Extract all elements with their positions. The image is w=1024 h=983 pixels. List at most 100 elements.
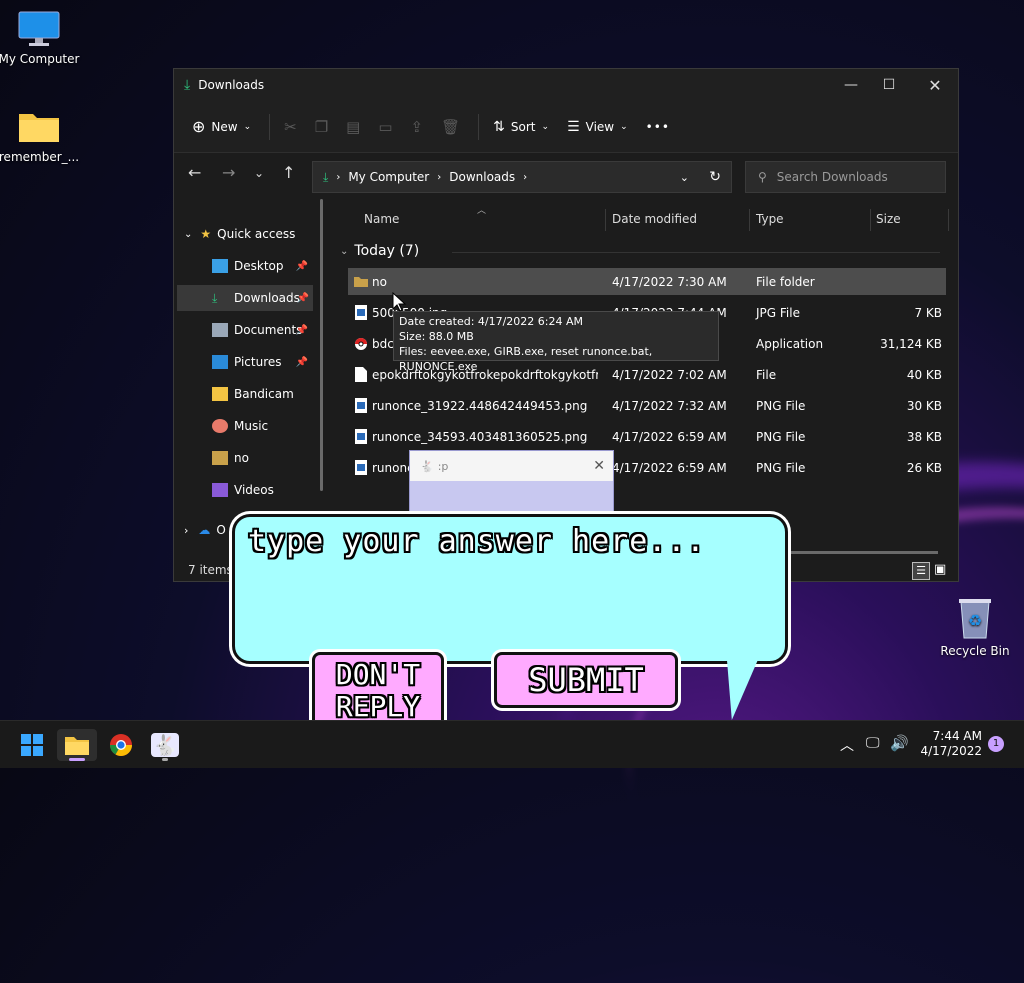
- network-icon[interactable]: 🖵: [866, 735, 880, 751]
- column-separator[interactable]: [948, 209, 949, 231]
- search-input[interactable]: ⚲ Search Downloads: [745, 161, 946, 193]
- cut-button[interactable]: ✂: [284, 118, 297, 136]
- taskbar-file-explorer[interactable]: [57, 729, 97, 761]
- copy-button[interactable]: ❐: [315, 118, 328, 136]
- maximize-button[interactable]: ☐: [866, 69, 912, 101]
- file-row[interactable]: runonce_31922.448642449453.png 4/17/2022…: [348, 392, 946, 419]
- sidebar-item-documents[interactable]: Documents 📌: [174, 317, 312, 343]
- sidebar-item-label: O: [216, 523, 226, 537]
- more-options-button[interactable]: •••: [646, 120, 670, 134]
- desktop-icon-folder[interactable]: remember_...: [0, 108, 82, 164]
- column-header-type[interactable]: Type: [756, 212, 784, 226]
- clock[interactable]: 7:44 AM 4/17/2022: [918, 729, 982, 759]
- taskbar-chrome[interactable]: [101, 729, 141, 761]
- address-bar[interactable]: ⤓ › My Computer › Downloads › ⌄ ↻: [312, 161, 732, 193]
- column-separator[interactable]: [605, 209, 606, 231]
- popup-title-bar[interactable]: 🐇 :p ✕: [410, 451, 613, 481]
- sidebar-item-bandicam[interactable]: Bandicam: [174, 381, 312, 407]
- group-header[interactable]: ⌄ Today (7): [340, 243, 940, 259]
- breadcrumb-item[interactable]: Downloads: [449, 170, 515, 184]
- folder-icon: [212, 451, 228, 465]
- sidebar-item-downloads[interactable]: ⤓ Downloads 📌: [177, 285, 313, 311]
- bunny-icon: 🐇: [150, 733, 180, 757]
- notification-badge[interactable]: 1: [988, 736, 1004, 752]
- rename-button[interactable]: ▭: [378, 118, 392, 136]
- pin-icon: 📌: [295, 260, 308, 272]
- forward-arrow-icon[interactable]: →: [222, 163, 235, 182]
- start-button[interactable]: [12, 729, 52, 761]
- sidebar-item-music[interactable]: Music: [174, 413, 312, 439]
- dont-reply-button[interactable]: DON'T REPLY: [312, 652, 444, 728]
- sidebar-scrollbar[interactable]: [320, 199, 323, 491]
- sidebar-item-label: Bandicam: [234, 387, 294, 401]
- taskbar: 🐇 ︿ 🖵 🔊 7:44 AM 4/17/2022 1: [0, 720, 1024, 768]
- file-size: 26 KB: [906, 460, 942, 475]
- tooltip-line: Size: 88.0 MB: [399, 330, 474, 343]
- dont-reply-label: DON'T REPLY: [335, 658, 421, 723]
- sidebar-item-quick-access[interactable]: ⌄ ★ Quick access: [174, 221, 312, 247]
- chevron-down-icon: ⌄: [243, 121, 252, 132]
- delete-button[interactable]: 🗑: [441, 118, 460, 136]
- address-history-chevron-icon[interactable]: ⌄: [680, 171, 689, 184]
- cloud-icon: ☁: [198, 523, 211, 537]
- desktop-icon-label: Recycle Bin: [940, 644, 1010, 658]
- bunny-icon: 🐇: [420, 459, 434, 473]
- tiles-view-icon[interactable]: ▣: [934, 562, 946, 577]
- breadcrumb-item[interactable]: My Computer: [348, 170, 429, 184]
- file-row[interactable]: no 4/17/2022 7:30 AM File folder: [348, 268, 946, 295]
- sort-button[interactable]: ⇅ Sort ⌄: [493, 119, 549, 135]
- download-icon: ⤓: [212, 290, 218, 305]
- sidebar-item-videos[interactable]: Videos: [174, 477, 312, 503]
- new-button[interactable]: ⊕ New ⌄: [192, 117, 251, 136]
- share-button[interactable]: ⇪: [411, 118, 424, 136]
- close-button[interactable]: ✕: [912, 69, 958, 101]
- sidebar-item-pictures[interactable]: Pictures 📌: [174, 349, 312, 375]
- window-title: Downloads: [198, 78, 265, 92]
- desktop-icon-my-computer[interactable]: My Computer: [0, 10, 82, 66]
- file-date: 4/17/2022 6:59 AM: [612, 429, 727, 444]
- download-icon: ⤓: [184, 77, 191, 93]
- sidebar-item-label: Music: [234, 419, 269, 433]
- command-bar: ⊕ New ⌄ ✂ ❐ ▤ ▭ ⇪ 🗑 ⇅ Sort ⌄ ☰ View ⌄ ••…: [174, 101, 958, 153]
- column-separator[interactable]: [749, 209, 750, 231]
- sidebar-item-no[interactable]: no: [174, 445, 312, 471]
- star-icon: ★: [200, 227, 212, 241]
- chevron-down-icon: ⌄: [620, 121, 628, 132]
- file-icon: [355, 367, 367, 382]
- column-header-name[interactable]: Name: [364, 212, 399, 226]
- image-file-icon: [355, 398, 367, 413]
- column-separator[interactable]: [870, 209, 871, 231]
- folder-tooltip: Date created: 4/17/2022 6:24 AM Size: 88…: [393, 311, 719, 373]
- back-arrow-icon[interactable]: ←: [188, 163, 201, 182]
- image-file-icon: [355, 460, 367, 475]
- close-icon[interactable]: ✕: [593, 458, 605, 474]
- refresh-icon[interactable]: ↻: [709, 169, 721, 185]
- submit-button[interactable]: SUBMIT: [494, 652, 678, 708]
- file-name: runonce_31922.448642449453.png: [372, 398, 588, 413]
- desktop-icon-recycle-bin[interactable]: ♻ Recycle Bin: [932, 596, 1018, 658]
- up-arrow-icon[interactable]: ↑: [282, 163, 295, 182]
- pictures-icon: [212, 355, 228, 369]
- paste-button[interactable]: ▤: [346, 118, 360, 136]
- file-row[interactable]: runonce_34593.403481360525.png 4/17/2022…: [348, 423, 946, 450]
- volume-icon[interactable]: 🔊: [890, 734, 909, 752]
- clock-date: 4/17/2022: [920, 744, 982, 758]
- new-label: New: [211, 119, 238, 134]
- submit-label: SUBMIT: [528, 661, 644, 699]
- sidebar-item-desktop[interactable]: Desktop 📌: [174, 253, 312, 279]
- answer-prompt[interactable]: type your answer here...: [248, 524, 705, 559]
- column-header-size[interactable]: Size: [876, 212, 901, 226]
- desktop-icon-label: remember_...: [0, 150, 80, 164]
- chevron-right-icon: ›: [523, 171, 528, 183]
- column-header-date[interactable]: Date modified: [612, 212, 697, 226]
- chevron-up-icon[interactable]: ︿: [840, 735, 854, 755]
- image-file-icon: [355, 305, 367, 320]
- details-view-icon[interactable]: ☰: [912, 562, 930, 580]
- folder-icon: [212, 387, 228, 401]
- taskbar-bunny-app[interactable]: 🐇: [145, 729, 185, 761]
- recent-locations-chevron-icon[interactable]: ⌄: [254, 166, 264, 180]
- view-button[interactable]: ☰ View ⌄: [567, 119, 628, 135]
- chrome-icon: [110, 734, 132, 756]
- plus-circle-icon: ⊕: [192, 117, 206, 136]
- file-type: File: [756, 367, 777, 382]
